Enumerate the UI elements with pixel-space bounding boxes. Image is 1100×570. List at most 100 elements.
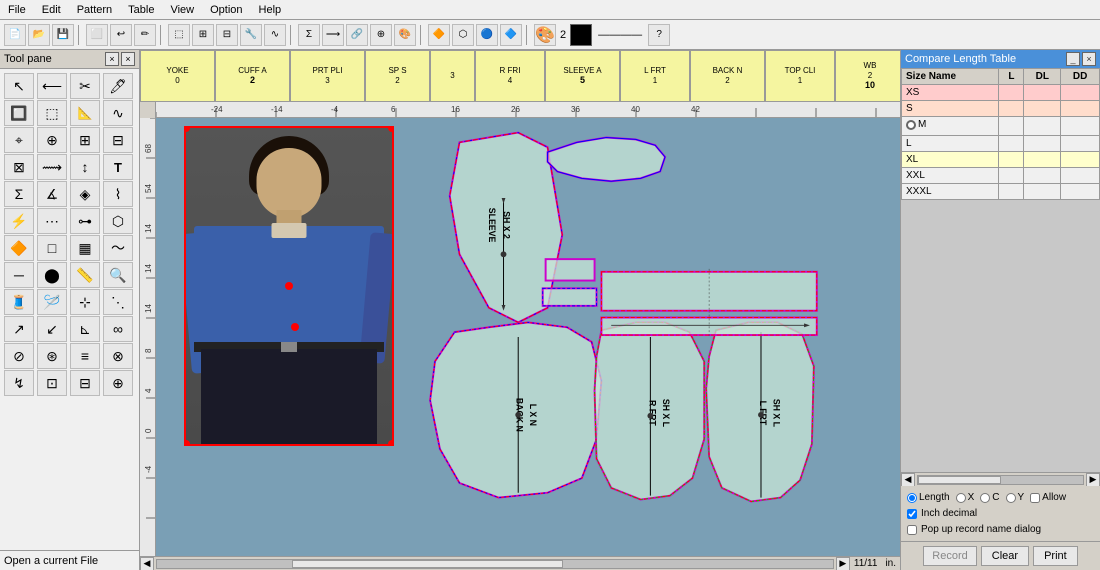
clear-button[interactable]: Clear [981,546,1029,566]
tool-minus[interactable]: ⊟ [103,127,133,153]
tool-extra10[interactable]: ⊛ [37,343,67,369]
tool-zigzag[interactable]: ⌇ [103,181,133,207]
tool-box2[interactable]: □ [37,235,67,261]
h-scroll-track[interactable] [156,559,834,569]
size-row-s[interactable]: S [902,101,1100,117]
tool-poly[interactable]: ⬤ [37,262,67,288]
menu-pattern[interactable]: Pattern [69,2,120,18]
toolbar-color-wheel[interactable]: 🎨 [534,24,556,46]
tab-sleeve[interactable]: SLEEVE A5 [545,50,620,102]
tool-select[interactable]: ⟵ [37,73,67,99]
tool-vline[interactable]: ↕ [70,154,100,180]
tool-extra5[interactable]: ↗ [4,316,34,342]
size-row-l[interactable]: L [902,135,1100,151]
tool-arrow[interactable]: ↖ [4,73,34,99]
tool-pane-close-btn[interactable]: × [121,52,135,66]
tool-extra3[interactable]: ⊹ [70,289,100,315]
tool-extra16[interactable]: ⊕ [103,370,133,396]
tab-back-n[interactable]: BACK N2 [690,50,765,102]
tool-link[interactable]: ⊶ [70,208,100,234]
size-row-xxl[interactable]: XXL [902,167,1100,183]
toolbar-btn17[interactable]: 🔶 [428,24,450,46]
tool-angle2[interactable]: ∡ [37,181,67,207]
tool-extra14[interactable]: ⊡ [37,370,67,396]
toolbar-btn12[interactable]: Σ [298,24,320,46]
radio-y[interactable]: Y [1006,492,1025,503]
print-button[interactable]: Print [1033,546,1078,566]
tool-crosshair[interactable]: ⌖ [4,127,34,153]
size-row-m[interactable]: M [902,117,1100,136]
panel-scrollbar[interactable]: ◀ ▶ [901,472,1100,486]
tool-extra2[interactable]: 🪡 [37,289,67,315]
panel-scroll-right[interactable]: ▶ [1086,473,1100,487]
tool-sigma[interactable]: Σ [4,181,34,207]
canvas-handle[interactable] [291,323,299,331]
tool-bolt[interactable]: ⚡ [4,208,34,234]
tool-pane-pin-btn[interactable]: × [105,52,119,66]
radio-x[interactable]: X [956,492,975,503]
scroll-right-btn[interactable]: ▶ [836,557,850,570]
toolbar-btn9[interactable]: ⊟ [216,24,238,46]
tab-top-cli[interactable]: TOP CLI1 [765,50,835,102]
checkbox-inch-decimal[interactable]: Inch decimal [907,508,1094,519]
toolbar-help[interactable]: ? [648,24,670,46]
tool-rect[interactable]: 🔲 [4,100,34,126]
tab-prt[interactable]: PRT PLI3 [290,50,365,102]
menu-table[interactable]: Table [120,2,162,18]
h-scroll-thumb[interactable] [292,560,562,568]
checkbox-popup-record[interactable]: Pop up record name dialog [907,524,1094,535]
tab-cuff[interactable]: CUFF A2 [215,50,290,102]
tool-diamond[interactable]: ◈ [70,181,100,207]
toolbar-new[interactable]: 📄 [4,24,26,46]
tool-extra9[interactable]: ⊘ [4,343,34,369]
scroll-left-btn[interactable]: ◀ [140,557,154,570]
tool-hex[interactable]: ⬡ [103,208,133,234]
tab-wb[interactable]: WB210 [835,50,900,102]
panel-scroll-thumb[interactable] [918,476,1001,484]
menu-view[interactable]: View [162,2,202,18]
size-row-xxxl[interactable]: XXXL [902,183,1100,199]
tool-hex2[interactable]: 🔶 [4,235,34,261]
toolbar-btn11[interactable]: ∿ [264,24,286,46]
tool-line2[interactable]: ─ [4,262,34,288]
tool-extra13[interactable]: ↯ [4,370,34,396]
tool-extra8[interactable]: ∞ [103,316,133,342]
tab-sp[interactable]: SP S2 [365,50,430,102]
tool-zoom[interactable]: 🔍 [103,262,133,288]
tool-curve[interactable]: ∿ [103,100,133,126]
tool-extra7[interactable]: ⊾ [70,316,100,342]
panel-minimize-btn[interactable]: _ [1066,52,1080,66]
tool-arrow2[interactable]: ⟿ [37,154,67,180]
size-row-xs[interactable]: XS [902,85,1100,101]
toolbar-btn16[interactable]: 🎨 [394,24,416,46]
toolbar-btn19[interactable]: 🔵 [476,24,498,46]
tool-dots[interactable]: ⋯ [37,208,67,234]
panel-scroll-left[interactable]: ◀ [901,473,915,487]
tool-circle[interactable]: ⊕ [37,127,67,153]
toolbar-btn5[interactable]: ↩ [110,24,132,46]
toolbar-btn20[interactable]: 🔷 [500,24,522,46]
canvas-viewport[interactable]: SLEEVE SH X 2 BACK N L X N [156,118,900,556]
record-button[interactable]: Record [923,546,976,566]
menu-option[interactable]: Option [202,2,250,18]
toolbar-btn6[interactable]: ✏ [134,24,156,46]
toolbar-btn14[interactable]: 🔗 [346,24,368,46]
tool-extra4[interactable]: ⋱ [103,289,133,315]
tool-extra1[interactable]: 🧵 [4,289,34,315]
panel-close-btn[interactable]: × [1082,52,1096,66]
menu-edit[interactable]: Edit [34,2,69,18]
tool-box3[interactable]: ▦ [70,235,100,261]
menu-help[interactable]: Help [251,2,290,18]
toolbar-btn8[interactable]: ⊞ [192,24,214,46]
toolbar-line-style[interactable]: ———— [594,29,646,41]
tool-frame[interactable]: ⬚ [37,100,67,126]
toolbar-open[interactable]: 📂 [28,24,50,46]
toolbar-btn15[interactable]: ⊕ [370,24,392,46]
tool-scissors[interactable]: ✂ [70,73,100,99]
radio-length[interactable]: Length [907,492,950,503]
tool-text[interactable]: T [103,154,133,180]
tab-3[interactable]: 3 [430,50,475,102]
tool-extra12[interactable]: ⊗ [103,343,133,369]
toolbar-btn13[interactable]: ⟶ [322,24,344,46]
size-row-xl[interactable]: XL [902,151,1100,167]
